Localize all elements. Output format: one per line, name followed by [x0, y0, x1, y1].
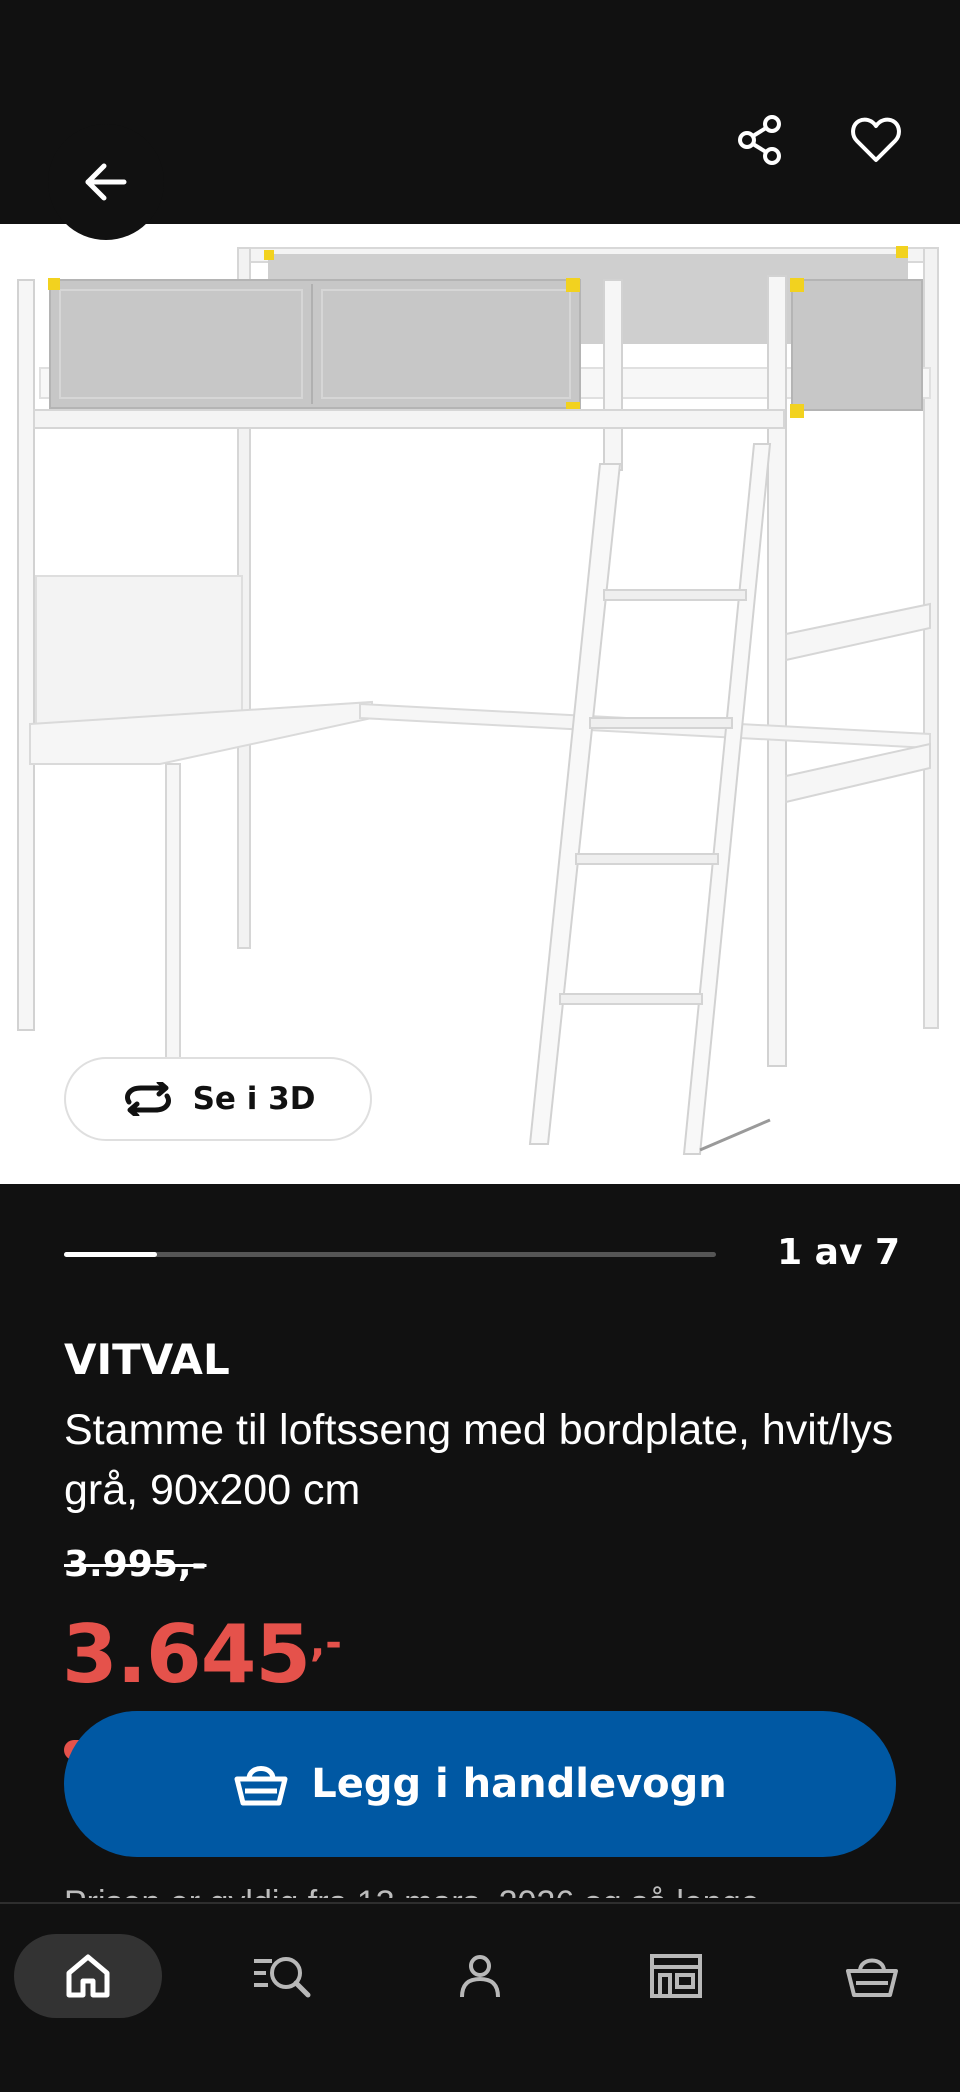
new-price-main: 3.645 [62, 1608, 311, 1701]
loft-bed-illustration [0, 224, 960, 1184]
nav-profile[interactable] [432, 1934, 528, 2018]
nav-search[interactable] [234, 1934, 330, 2018]
product-description: Stamme til loftsseng med bordplate, hvit… [64, 1406, 894, 1514]
view-3d-label: Se i 3D [192, 1081, 316, 1117]
heart-icon [851, 117, 901, 162]
gallery-counter: 1 av 7 [777, 1232, 900, 1273]
nav-store[interactable] [628, 1934, 724, 2018]
arrow-left-icon [85, 163, 127, 201]
nav-home[interactable] [14, 1934, 162, 2018]
share-button[interactable] [720, 100, 800, 180]
product-page: Se i 3D 1 av 7 VITVAL Stamme til loftsse… [0, 0, 960, 2092]
favourite-button[interactable] [836, 100, 916, 180]
old-price: 3.995,- [64, 1544, 207, 1585]
share-icon [738, 115, 781, 165]
home-icon [66, 1954, 110, 1998]
store-icon [650, 1954, 702, 1998]
bottom-navigation [0, 1902, 960, 2092]
price-validity-text: Prisen er gyldig fra 13 mars, 2026 og så… [64, 1862, 894, 1898]
price-validity-label: Prisen er gyldig fra 13 mars, 2026 og så… [64, 1884, 760, 1898]
add-to-cart-button[interactable]: Legg i handlevogn [64, 1711, 896, 1857]
product-name: VITVAL [64, 1335, 230, 1384]
new-price: 3.645 ,- [62, 1610, 342, 1700]
gallery-progress [64, 1252, 716, 1257]
cart-icon [846, 1958, 898, 1997]
shopping-basket-icon [234, 1766, 288, 1806]
search-list-icon [254, 1957, 311, 1998]
new-price-suffix: ,- [310, 1620, 342, 1666]
rotate-360-icon [124, 1082, 171, 1116]
product-image[interactable] [0, 224, 960, 1184]
back-button[interactable] [48, 124, 164, 240]
gallery-progress-fill [64, 1252, 158, 1257]
add-to-cart-label: Legg i handlevogn [311, 1761, 727, 1807]
view-3d-button[interactable]: Se i 3D [64, 1057, 372, 1141]
nav-cart[interactable] [824, 1934, 920, 2018]
profile-icon [460, 1955, 500, 1998]
